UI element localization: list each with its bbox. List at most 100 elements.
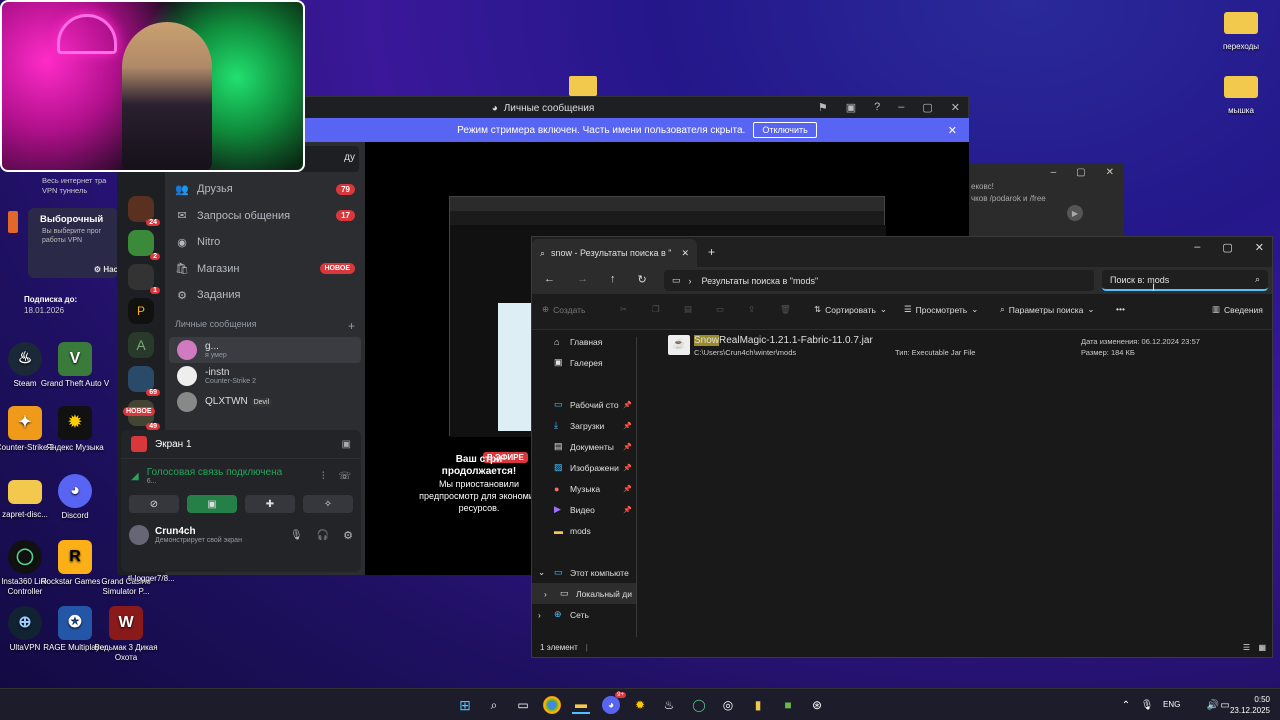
rename-icon[interactable]: ▭ [716, 304, 724, 315]
server-icon[interactable]: P [128, 298, 154, 324]
search-input[interactable]: Поиск в: mods ⌕ [1102, 270, 1268, 291]
microphone-icon[interactable]: 🎙 [1138, 696, 1156, 714]
close-tab-icon[interactable]: ✕ [681, 248, 689, 259]
background-window[interactable]: – ▢ ✕ ековс! чков /podarok и /free ▶ [969, 163, 1124, 238]
nav-home[interactable]: ⌂ Главная [532, 331, 636, 352]
camera-off-button[interactable]: ⊘ [129, 495, 179, 513]
nav-downloads[interactable]: ⤓ Загрузки 📌 [532, 415, 636, 436]
maximize-icon[interactable]: ▢ [922, 101, 932, 114]
close-icon[interactable]: ✕ [948, 124, 957, 137]
nav-friends[interactable]: 👥 Друзья 79 [165, 176, 365, 203]
search-icon[interactable]: ⌕ [485, 696, 503, 714]
delete-icon[interactable]: 🗑 [780, 304, 791, 315]
close-icon[interactable]: ✕ [951, 101, 960, 114]
nav-mods[interactable]: ▬ mods [532, 520, 636, 541]
avatar[interactable] [129, 525, 149, 545]
desktop-icon-discord[interactable]: ◕ Discord [38, 474, 112, 521]
desktop-icon-myshka[interactable]: мышка [1204, 72, 1278, 116]
screen-icon[interactable]: ▣ [846, 101, 856, 114]
file-item[interactable]: ☕ SnowRealMagic-1.21.1-Fabric-11.0.7.jar… [668, 333, 1268, 361]
nav-videos[interactable]: ▶ Видео 📌 [532, 499, 636, 520]
nav-desktop[interactable]: ▭ Рабочий сто 📌 [532, 394, 636, 415]
tool-icon[interactable]: ▮ [749, 696, 767, 714]
nav-documents[interactable]: ▤ Документы 📌 [532, 436, 636, 457]
settings-icon[interactable]: ⚙ [343, 529, 353, 542]
flag-icon[interactable]: ⚑ [818, 101, 828, 114]
server-icon[interactable]: 69 [128, 366, 160, 396]
forward-icon[interactable]: → [577, 273, 588, 286]
orange-app-icon[interactable] [8, 211, 18, 233]
yandex-music-icon[interactable]: ✹ [631, 696, 649, 714]
dm-item[interactable]: QLXTWN Devil [169, 389, 361, 415]
chrome-icon[interactable] [543, 696, 561, 714]
server-icon[interactable]: 2 [128, 230, 160, 260]
up-icon[interactable]: ↑ [610, 273, 616, 286]
server-icon[interactable]: A [128, 332, 154, 358]
discord-icon[interactable]: ◕ 9+ [602, 692, 626, 714]
server-icon[interactable]: 1 [128, 264, 160, 294]
insta360-icon[interactable]: ◯ [690, 696, 708, 714]
stop-share-icon[interactable]: ▣ [342, 439, 351, 450]
pane-divider[interactable] [636, 337, 637, 637]
file-explorer-window[interactable]: ⌕ snow - Результаты поиска в " ✕ + – ▢ ✕… [531, 236, 1273, 658]
soundboard-button[interactable]: ✧ [303, 495, 353, 513]
minimize-icon[interactable]: – [898, 101, 904, 114]
minecraft-icon[interactable]: ■ [779, 696, 797, 714]
microphone-icon[interactable]: 🎙 [290, 530, 303, 541]
copy-icon[interactable]: ❐ [652, 304, 660, 315]
close-icon[interactable]: ✕ [1106, 167, 1114, 181]
dm-item[interactable]: g... я умер [169, 336, 361, 363]
steam-icon[interactable]: ♨ [660, 696, 678, 714]
help-icon[interactable]: ? [874, 101, 880, 114]
noise-icon[interactable]: ⫶ [322, 471, 325, 482]
desktop-icon-gta5[interactable]: V Grand Theft Auto V [38, 342, 112, 389]
play-icon[interactable]: ▶ [1067, 205, 1083, 221]
desktop-icon-perekhody[interactable]: переходы [1204, 8, 1278, 52]
language-indicator[interactable]: ENG [1163, 700, 1180, 709]
view-button[interactable]: ☰ Просмотреть ⌄ [904, 304, 978, 315]
paste-icon[interactable]: ▤ [684, 304, 692, 315]
nav-message-requests[interactable]: ✉ Запросы общения 17 [165, 203, 365, 230]
nav-music[interactable]: ● Музыка 📌 [532, 478, 636, 499]
nav-shop[interactable]: 🛍 Магазин НОВОЕ [165, 256, 365, 283]
address-bar[interactable]: ▭ › Результаты поиска в "mods" [664, 270, 1094, 291]
obs-icon[interactable]: ◎ [719, 696, 737, 714]
nav-network[interactable]: › ⊕ Сеть [532, 604, 636, 625]
maximize-icon[interactable]: ▢ [1222, 241, 1232, 254]
disable-streamer-mode-button[interactable]: Отключить [753, 122, 817, 138]
details-view-icon[interactable]: ☰ [1243, 643, 1250, 652]
nav-nitro[interactable]: ◉ Nitro [165, 229, 365, 256]
start-icon[interactable]: ⊞ [456, 696, 474, 714]
more-button[interactable]: ••• [1116, 304, 1125, 314]
vpn-icon[interactable]: ⊛ [808, 696, 826, 714]
screen-share-button[interactable]: ▣ [187, 495, 237, 513]
headphones-icon[interactable]: 🎧 [317, 530, 329, 541]
search-options-button[interactable]: ⌕ Параметры поиска ⌄ [1000, 304, 1095, 315]
vpn-settings-button[interactable]: ⚙ Нас [94, 265, 118, 274]
close-icon[interactable]: ✕ [1255, 241, 1264, 254]
nav-gallery[interactable]: ▣ Галерея [532, 352, 636, 373]
dm-item[interactable]: -instn Counter-Strike 2 [169, 363, 361, 389]
chevron-up-icon[interactable]: ⌃ [1117, 696, 1135, 714]
new-tab-icon[interactable]: + [708, 245, 715, 259]
task-view-icon[interactable]: ▭ [514, 696, 532, 714]
file-explorer-icon[interactable]: ▬ [572, 696, 590, 714]
create-button[interactable]: ⊕ Создать [542, 304, 585, 315]
sort-button[interactable]: ⇅ Сортировать ⌄ [814, 304, 887, 315]
share-icon[interactable]: ⇪ [748, 304, 755, 315]
cut-icon[interactable]: ✂ [620, 304, 627, 315]
server-icon[interactable]: 24 [128, 196, 160, 226]
details-button[interactable]: ▥ Сведения [1212, 304, 1263, 315]
desktop-icon-yandex-music[interactable]: ✹ Яндекс Музыка [38, 406, 112, 453]
clock[interactable]: 0:50 23.12.2025 [1228, 694, 1270, 716]
minimize-icon[interactable]: – [1051, 167, 1057, 181]
minimize-icon[interactable]: – [1194, 241, 1200, 254]
refresh-icon[interactable]: ↻ [638, 273, 647, 286]
nav-this-pc[interactable]: ⌄ ▭ Этот компьюте [532, 562, 636, 583]
maximize-icon[interactable]: ▢ [1076, 167, 1085, 181]
tiles-view-icon[interactable]: ▦ [1258, 643, 1266, 652]
explorer-tab[interactable]: ⌕ snow - Результаты поиска в " ✕ [532, 239, 697, 267]
activities-button[interactable]: ✚ [245, 495, 295, 513]
folder-icon[interactable] [569, 76, 597, 96]
back-icon[interactable]: ← [544, 273, 555, 286]
